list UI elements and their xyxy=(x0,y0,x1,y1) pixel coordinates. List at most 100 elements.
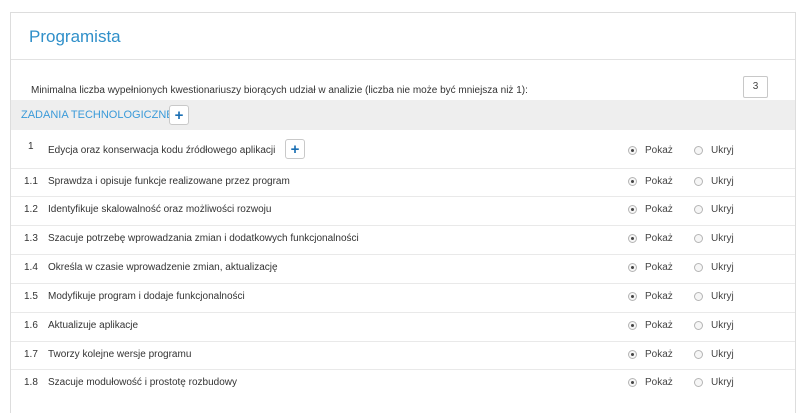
show-radio[interactable]: Pokaż xyxy=(628,262,673,273)
hide-label: Ukryj xyxy=(711,233,734,244)
hide-radio[interactable]: Ukryj xyxy=(694,176,734,187)
section-title: ZADANIA TECHNOLOGICZNE xyxy=(21,109,174,121)
task-row: 1 Edycja oraz konserwacja kodu źródłowego… xyxy=(11,133,795,161)
task-text: Określa w czasie wprowadzenie zmian, akt… xyxy=(48,262,278,273)
hide-radio[interactable]: Ukryj xyxy=(694,262,734,273)
task-text: Szacuje modułowość i prostotę rozbudowy xyxy=(48,377,237,388)
show-radio[interactable]: Pokaż xyxy=(628,349,673,360)
task-row: 1.5 Modyfikuje program i dodaje funkcjona… xyxy=(11,283,795,311)
task-row: 1.8 Szacuje modułowość i prostotę rozbudo… xyxy=(11,369,795,397)
radio-icon xyxy=(694,378,703,387)
task-number: 1.2 xyxy=(24,204,38,215)
plus-icon: + xyxy=(290,140,300,158)
radio-icon xyxy=(694,177,703,186)
show-radio[interactable]: Pokaż xyxy=(628,145,673,156)
show-label: Pokaż xyxy=(645,291,673,302)
show-radio[interactable]: Pokaż xyxy=(628,291,673,302)
add-subtask-button[interactable]: + xyxy=(285,139,305,159)
radio-icon xyxy=(628,321,637,330)
task-number: 1.3 xyxy=(24,233,38,244)
hide-label: Ukryj xyxy=(711,291,734,302)
task-text: Szacuje potrzebę wprowadzania zmian i do… xyxy=(48,233,359,244)
page-title: Programista xyxy=(29,27,121,46)
hide-radio[interactable]: Ukryj xyxy=(694,349,734,360)
row-divider xyxy=(11,341,795,342)
radio-icon xyxy=(628,205,637,214)
task-text: Sprawdza i opisuje funkcje realizowane p… xyxy=(48,176,290,187)
radio-icon xyxy=(694,263,703,272)
radio-icon xyxy=(694,350,703,359)
min-questionnaires-input[interactable]: 3 xyxy=(743,76,768,98)
hide-radio[interactable]: Ukryj xyxy=(694,233,734,244)
task-row: 1.4 Określa w czasie wprowadzenie zmian, … xyxy=(11,254,795,282)
task-row: 1.1 Sprawdza i opisuje funkcje realizowan… xyxy=(11,168,795,196)
hide-label: Ukryj xyxy=(711,377,734,388)
task-text: Modyfikuje program i dodaje funkcjonalno… xyxy=(48,291,245,302)
row-divider xyxy=(11,283,795,284)
task-number: 1.7 xyxy=(24,349,38,360)
radio-icon xyxy=(628,177,637,186)
hide-label: Ukryj xyxy=(711,145,734,156)
row-divider xyxy=(11,312,795,313)
add-section-item-button[interactable]: + xyxy=(169,105,189,125)
hide-radio[interactable]: Ukryj xyxy=(694,204,734,215)
task-number: 1.6 xyxy=(24,320,38,331)
radio-icon xyxy=(628,263,637,272)
task-number: 1.4 xyxy=(24,262,38,273)
task-row: 1.3 Szacuje potrzebę wprowadzania zmian i… xyxy=(11,225,795,253)
show-radio[interactable]: Pokaż xyxy=(628,320,673,331)
title-divider xyxy=(11,59,795,60)
show-radio[interactable]: Pokaż xyxy=(628,233,673,244)
radio-icon xyxy=(628,350,637,359)
radio-icon xyxy=(694,292,703,301)
programista-panel: Programista Minimalna liczba wypełnionyc… xyxy=(10,12,796,413)
row-divider xyxy=(11,369,795,370)
hide-label: Ukryj xyxy=(711,320,734,331)
hide-radio[interactable]: Ukryj xyxy=(694,291,734,302)
hide-label: Ukryj xyxy=(711,262,734,273)
task-row: 1.7 Tworzy kolejne wersje programu Pokaż Uk… xyxy=(11,341,795,369)
radio-icon xyxy=(628,146,637,155)
task-text: Identyfikuje skalowalność oraz możliwośc… xyxy=(48,204,272,215)
task-row: 1.6 Aktualizuje aplikacje Pokaż Ukryj xyxy=(11,312,795,340)
show-radio[interactable]: Pokaż xyxy=(628,204,673,215)
radio-icon xyxy=(628,292,637,301)
show-label: Pokaż xyxy=(645,204,673,215)
radio-icon xyxy=(694,234,703,243)
hide-radio[interactable]: Ukryj xyxy=(694,145,734,156)
show-label: Pokaż xyxy=(645,233,673,244)
show-label: Pokaż xyxy=(645,145,673,156)
hide-label: Ukryj xyxy=(711,204,734,215)
hide-label: Ukryj xyxy=(711,349,734,360)
task-number: 1 xyxy=(28,141,34,152)
task-number: 1.1 xyxy=(24,176,38,187)
radio-icon xyxy=(694,146,703,155)
task-text: Tworzy kolejne wersje programu xyxy=(48,349,192,360)
radio-icon xyxy=(694,205,703,214)
min-questionnaires-label: Minimalna liczba wypełnionych kwestionar… xyxy=(31,85,528,96)
hide-radio[interactable]: Ukryj xyxy=(694,377,734,388)
section-header: ZADANIA TECHNOLOGICZNE + xyxy=(11,100,795,130)
show-radio[interactable]: Pokaż xyxy=(628,377,673,388)
radio-icon xyxy=(628,378,637,387)
task-text: Aktualizuje aplikacje xyxy=(48,320,139,331)
task-row: 1.2 Identyfikuje skalowalność oraz możliw… xyxy=(11,196,795,224)
hide-radio[interactable]: Ukryj xyxy=(694,320,734,331)
show-label: Pokaż xyxy=(645,320,673,331)
row-divider xyxy=(11,254,795,255)
row-divider xyxy=(11,168,795,169)
show-label: Pokaż xyxy=(645,262,673,273)
show-label: Pokaż xyxy=(645,176,673,187)
task-text: Edycja oraz konserwacja kodu źródłowego … xyxy=(48,145,276,156)
radio-icon xyxy=(628,234,637,243)
task-number: 1.5 xyxy=(24,291,38,302)
plus-icon: + xyxy=(174,106,184,124)
radio-icon xyxy=(694,321,703,330)
show-radio[interactable]: Pokaż xyxy=(628,176,673,187)
show-label: Pokaż xyxy=(645,377,673,388)
task-number: 1.8 xyxy=(24,377,38,388)
row-divider xyxy=(11,225,795,226)
row-divider xyxy=(11,196,795,197)
show-label: Pokaż xyxy=(645,349,673,360)
hide-label: Ukryj xyxy=(711,176,734,187)
